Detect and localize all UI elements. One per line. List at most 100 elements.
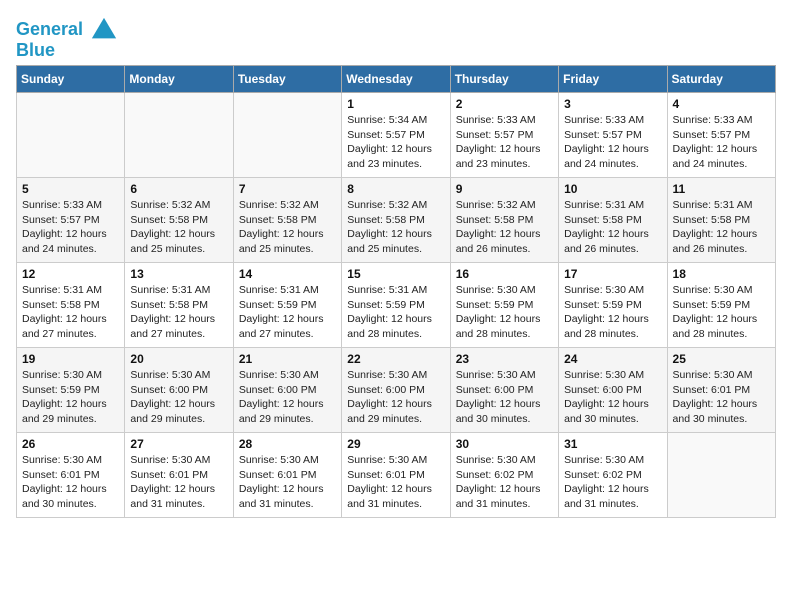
day-info: Sunrise: 5:30 AMSunset: 6:02 PMDaylight:… <box>564 453 661 512</box>
calendar-cell: 18 Sunrise: 5:30 AMSunset: 5:59 PMDayligh… <box>667 263 775 348</box>
calendar-cell: 25 Sunrise: 5:30 AMSunset: 6:01 PMDayligh… <box>667 348 775 433</box>
logo: General Blue <box>16 16 118 61</box>
day-number: 4 <box>673 97 770 111</box>
calendar-cell <box>125 93 233 178</box>
day-info: Sunrise: 5:31 AMSunset: 5:59 PMDaylight:… <box>239 283 336 342</box>
calendar-cell: 7 Sunrise: 5:32 AMSunset: 5:58 PMDaylight… <box>233 178 341 263</box>
weekday-header-saturday: Saturday <box>667 66 775 93</box>
day-number: 13 <box>130 267 227 281</box>
day-number: 14 <box>239 267 336 281</box>
day-info: Sunrise: 5:31 AMSunset: 5:58 PMDaylight:… <box>22 283 119 342</box>
calendar-cell <box>17 93 125 178</box>
day-info: Sunrise: 5:32 AMSunset: 5:58 PMDaylight:… <box>347 198 444 257</box>
day-number: 8 <box>347 182 444 196</box>
calendar-cell: 31 Sunrise: 5:30 AMSunset: 6:02 PMDayligh… <box>559 433 667 518</box>
calendar-cell: 29Sunrise: 5:30 AMSunset: 6:01 PMDayligh… <box>342 433 450 518</box>
calendar-cell: 14 Sunrise: 5:31 AMSunset: 5:59 PMDayligh… <box>233 263 341 348</box>
day-number: 24 <box>564 352 661 366</box>
day-info: Sunrise: 5:30 AMSunset: 6:00 PMDaylight:… <box>130 368 227 427</box>
day-number: 26 <box>22 437 119 451</box>
calendar-cell: 3 Sunrise: 5:33 AMSunset: 5:57 PMDaylight… <box>559 93 667 178</box>
calendar-cell: 22 Sunrise: 5:30 AMSunset: 6:00 PMDayligh… <box>342 348 450 433</box>
day-number: 27 <box>130 437 227 451</box>
day-info: Sunrise: 5:32 AMSunset: 5:58 PMDaylight:… <box>239 198 336 257</box>
day-info: Sunrise: 5:30 AMSunset: 5:59 PMDaylight:… <box>673 283 770 342</box>
day-info: Sunrise: 5:30 AMSunset: 6:00 PMDaylight:… <box>564 368 661 427</box>
calendar-cell: 6 Sunrise: 5:32 AMSunset: 5:58 PMDaylight… <box>125 178 233 263</box>
day-info: Sunrise: 5:32 AMSunset: 5:58 PMDaylight:… <box>456 198 553 257</box>
weekday-header-tuesday: Tuesday <box>233 66 341 93</box>
day-number: 17 <box>564 267 661 281</box>
calendar-table: SundayMondayTuesdayWednesdayThursdayFrid… <box>16 65 776 518</box>
day-number: 21 <box>239 352 336 366</box>
calendar-cell: 16Sunrise: 5:30 AMSunset: 5:59 PMDayligh… <box>450 263 558 348</box>
calendar-cell: 24 Sunrise: 5:30 AMSunset: 6:00 PMDayligh… <box>559 348 667 433</box>
day-info: Sunrise: 5:30 AMSunset: 6:00 PMDaylight:… <box>456 368 553 427</box>
calendar-cell: 30 Sunrise: 5:30 AMSunset: 6:02 PMDayligh… <box>450 433 558 518</box>
day-number: 30 <box>456 437 553 451</box>
day-info: Sunrise: 5:30 AMSunset: 6:01 PMDaylight:… <box>673 368 770 427</box>
calendar-cell: 19 Sunrise: 5:30 AMSunset: 5:59 PMDayligh… <box>17 348 125 433</box>
day-number: 3 <box>564 97 661 111</box>
day-number: 6 <box>130 182 227 196</box>
day-info: Sunrise: 5:30 AMSunset: 5:59 PMDaylight:… <box>564 283 661 342</box>
day-number: 19 <box>22 352 119 366</box>
day-info: Sunrise: 5:30 AMSunset: 6:01 PMDaylight:… <box>239 453 336 512</box>
day-info: Sunrise: 5:30 AMSunset: 6:01 PMDaylight:… <box>130 453 227 512</box>
calendar-cell: 8 Sunrise: 5:32 AMSunset: 5:58 PMDaylight… <box>342 178 450 263</box>
day-info: Sunrise: 5:30 AMSunset: 6:00 PMDaylight:… <box>239 368 336 427</box>
calendar-cell: 28 Sunrise: 5:30 AMSunset: 6:01 PMDayligh… <box>233 433 341 518</box>
day-number: 28 <box>239 437 336 451</box>
day-number: 18 <box>673 267 770 281</box>
day-info: Sunrise: 5:30 AMSunset: 5:59 PMDaylight:… <box>22 368 119 427</box>
calendar-cell: 1 Sunrise: 5:34 AMSunset: 5:57 PMDaylight… <box>342 93 450 178</box>
day-number: 25 <box>673 352 770 366</box>
calendar-cell: 9 Sunrise: 5:32 AMSunset: 5:58 PMDaylight… <box>450 178 558 263</box>
day-info: Sunrise: 5:31 AMSunset: 5:58 PMDaylight:… <box>673 198 770 257</box>
day-number: 9 <box>456 182 553 196</box>
calendar-cell: 17 Sunrise: 5:30 AMSunset: 5:59 PMDayligh… <box>559 263 667 348</box>
day-number: 16 <box>456 267 553 281</box>
day-info: Sunrise: 5:31 AMSunset: 5:58 PMDaylight:… <box>564 198 661 257</box>
calendar-cell: 10 Sunrise: 5:31 AMSunset: 5:58 PMDayligh… <box>559 178 667 263</box>
day-number: 11 <box>673 182 770 196</box>
calendar-cell: 12 Sunrise: 5:31 AMSunset: 5:58 PMDayligh… <box>17 263 125 348</box>
day-info: Sunrise: 5:30 AMSunset: 6:00 PMDaylight:… <box>347 368 444 427</box>
page-header: General Blue <box>16 16 776 61</box>
day-number: 12 <box>22 267 119 281</box>
calendar-cell: 27 Sunrise: 5:30 AMSunset: 6:01 PMDayligh… <box>125 433 233 518</box>
weekday-header-sunday: Sunday <box>17 66 125 93</box>
day-number: 20 <box>130 352 227 366</box>
day-info: Sunrise: 5:31 AMSunset: 5:58 PMDaylight:… <box>130 283 227 342</box>
day-number: 15 <box>347 267 444 281</box>
calendar-cell: 11 Sunrise: 5:31 AMSunset: 5:58 PMDayligh… <box>667 178 775 263</box>
day-info: Sunrise: 5:33 AMSunset: 5:57 PMDaylight:… <box>22 198 119 257</box>
calendar-cell: 20 Sunrise: 5:30 AMSunset: 6:00 PMDayligh… <box>125 348 233 433</box>
calendar-cell: 4 Sunrise: 5:33 AMSunset: 5:57 PMDaylight… <box>667 93 775 178</box>
day-number: 23 <box>456 352 553 366</box>
calendar-cell: 2Sunrise: 5:33 AMSunset: 5:57 PMDaylight… <box>450 93 558 178</box>
weekday-header-friday: Friday <box>559 66 667 93</box>
weekday-header-wednesday: Wednesday <box>342 66 450 93</box>
day-number: 31 <box>564 437 661 451</box>
day-number: 7 <box>239 182 336 196</box>
day-info: Sunrise: 5:30 AMSunset: 6:01 PMDaylight:… <box>22 453 119 512</box>
day-info: Sunrise: 5:33 AMSunset: 5:57 PMDaylight:… <box>564 113 661 172</box>
day-info: Sunrise: 5:34 AMSunset: 5:57 PMDaylight:… <box>347 113 444 172</box>
day-number: 10 <box>564 182 661 196</box>
day-number: 22 <box>347 352 444 366</box>
calendar-cell: 21 Sunrise: 5:30 AMSunset: 6:00 PMDayligh… <box>233 348 341 433</box>
day-number: 1 <box>347 97 444 111</box>
weekday-header-monday: Monday <box>125 66 233 93</box>
calendar-cell: 23 Sunrise: 5:30 AMSunset: 6:00 PMDayligh… <box>450 348 558 433</box>
day-info: Sunrise: 5:32 AMSunset: 5:58 PMDaylight:… <box>130 198 227 257</box>
calendar-cell: 13 Sunrise: 5:31 AMSunset: 5:58 PMDayligh… <box>125 263 233 348</box>
calendar-cell <box>667 433 775 518</box>
day-info: Sunrise: 5:30 AMSunset: 6:02 PMDaylight:… <box>456 453 553 512</box>
day-info: Sunrise: 5:31 AMSunset: 5:59 PMDaylight:… <box>347 283 444 342</box>
day-number: 2 <box>456 97 553 111</box>
calendar-cell: 5Sunrise: 5:33 AMSunset: 5:57 PMDaylight… <box>17 178 125 263</box>
day-info: Sunrise: 5:33 AMSunset: 5:57 PMDaylight:… <box>673 113 770 172</box>
weekday-header-thursday: Thursday <box>450 66 558 93</box>
day-info: Sunrise: 5:30 AMSunset: 6:01 PMDaylight:… <box>347 453 444 512</box>
